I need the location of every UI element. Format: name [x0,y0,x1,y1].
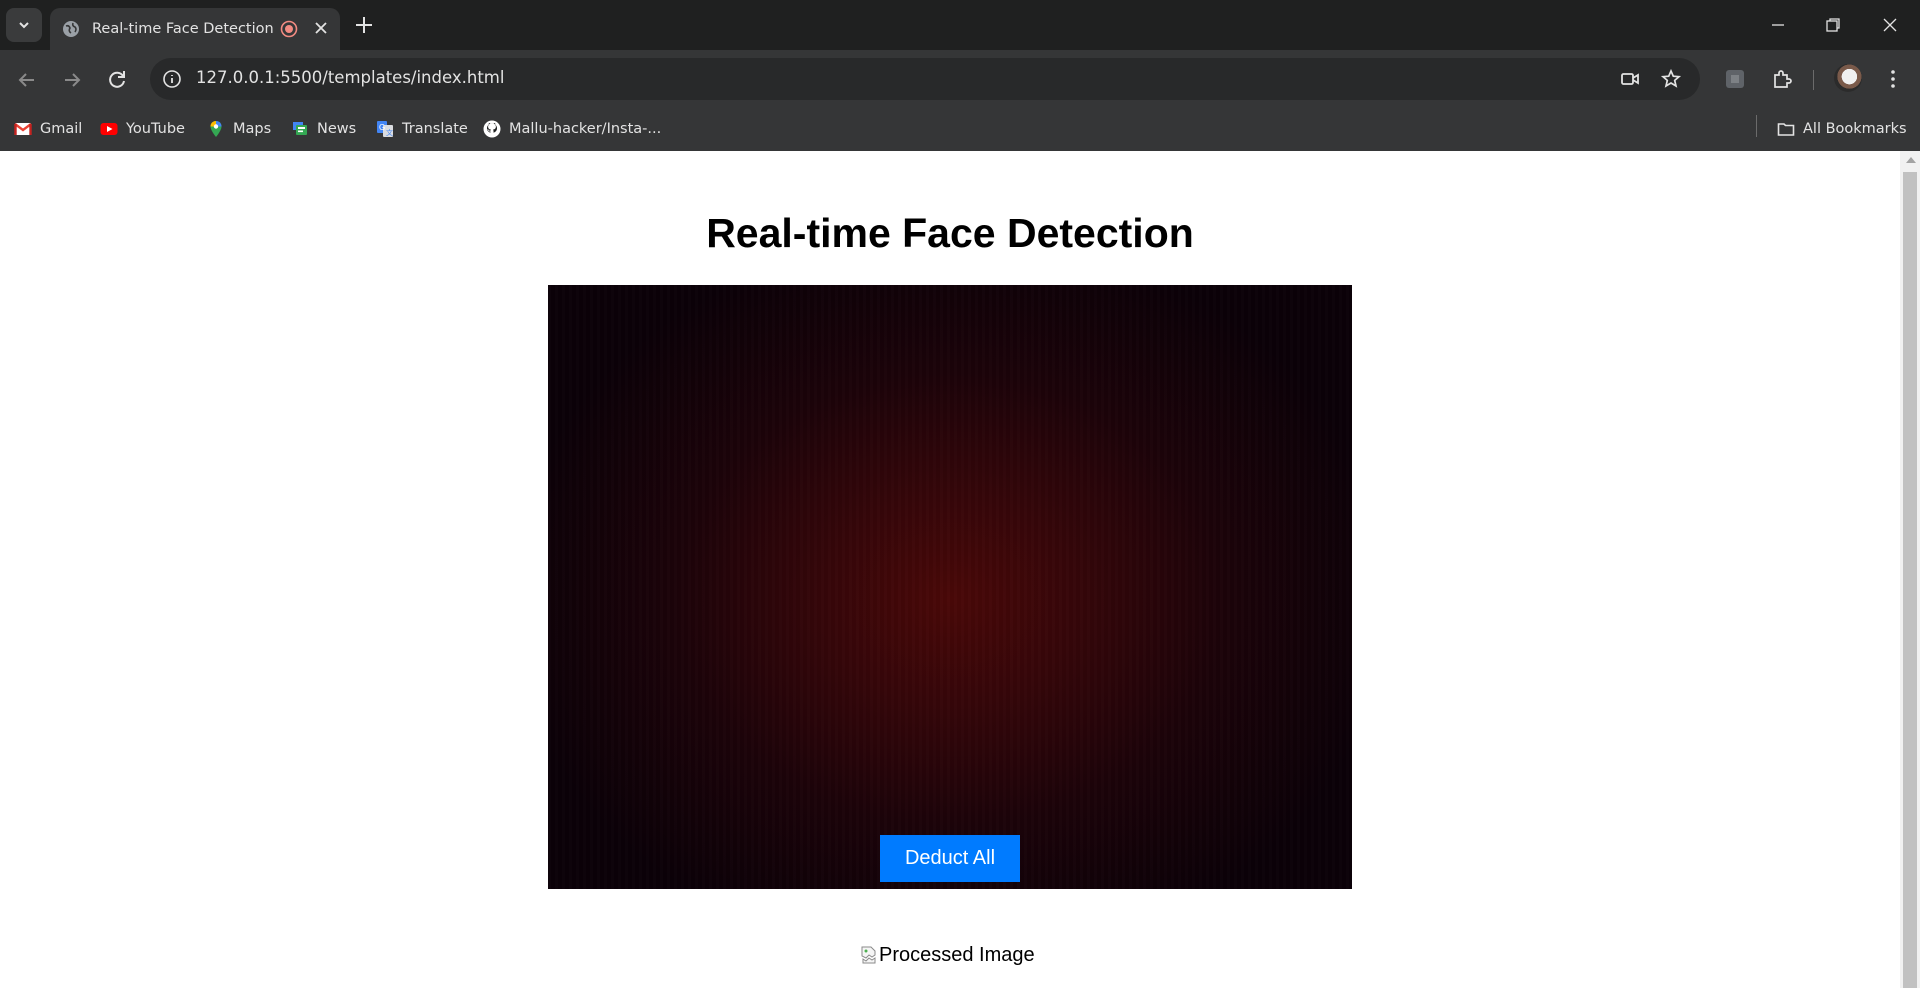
svg-text:文: 文 [386,128,393,137]
news-icon [293,122,307,135]
more-menu-icon[interactable] [1881,67,1905,91]
bookmark-label: News [317,121,357,137]
gmail-icon [14,123,32,135]
bookmark-label: Translate [402,121,468,137]
bookmarks-divider [1756,115,1757,137]
bookmark-star-icon[interactable] [1660,68,1682,90]
restore-icon[interactable] [1822,14,1844,36]
github-icon [483,120,501,138]
extensions-puzzle-icon[interactable] [1770,67,1794,91]
site-info-icon[interactable] [162,69,182,89]
reload-icon[interactable] [105,68,129,92]
bookmark-label: YouTube [126,121,185,137]
broken-image-icon [861,946,876,964]
page-title: Real-time Face Detection [706,210,1194,256]
globe-icon [63,21,79,37]
browser-toolbar: 127.0.0.1:5500/templates/index.html [0,50,1920,108]
scroll-up-arrow-icon[interactable] [1906,157,1916,163]
youtube-icon [100,123,118,135]
all-bookmarks-label: All Bookmarks [1803,121,1907,137]
svg-text:G: G [379,123,385,132]
bookmark-youtube[interactable]: YouTube [100,116,185,142]
tab-strip: Real-time Face Detection [0,0,1920,50]
scrollbar-thumb[interactable] [1903,172,1917,988]
forward-icon[interactable] [60,68,84,92]
bookmark-translate[interactable]: G文 Translate [376,116,468,142]
maps-icon [210,121,222,137]
new-tab-icon[interactable] [353,14,375,36]
bookmark-github[interactable]: Mallu-hacker/Insta-... [483,116,661,142]
folder-icon [1777,123,1795,136]
close-window-icon[interactable] [1879,14,1901,36]
bookmarks-bar: Gmail YouTube Maps News G文 Translate Mal… [0,108,1920,151]
back-icon[interactable] [15,68,39,92]
tab-search-button[interactable] [6,8,42,42]
close-tab-icon[interactable] [312,19,330,37]
address-bar[interactable]: 127.0.0.1:5500/templates/index.html [150,58,1700,100]
recording-indicator-icon [280,20,298,38]
camera-in-use-icon[interactable] [1619,68,1641,90]
deduct-all-button[interactable]: Deduct All [880,835,1020,882]
webcam-video-feed [548,285,1352,889]
profile-avatar[interactable] [1834,64,1862,92]
chevron-down-icon [19,22,29,29]
processed-image-alt-text: Processed Image [879,943,1035,966]
bookmark-label: Maps [233,121,272,137]
bookmark-label: Mallu-hacker/Insta-... [509,121,662,137]
tab-title: Real-time Face Detection [92,21,274,37]
bookmark-maps[interactable]: Maps [207,116,271,142]
bookmark-gmail[interactable]: Gmail [14,116,82,142]
bookmark-label: Gmail [40,121,83,137]
toolbar-divider [1813,70,1814,90]
processed-image: Processed Image [861,942,1035,968]
bookmark-news[interactable]: News [291,116,356,142]
tab-active[interactable]: Real-time Face Detection [50,8,340,50]
all-bookmarks-button[interactable]: All Bookmarks [1777,116,1907,142]
translate-icon: G文 [377,121,393,137]
minimize-icon[interactable] [1767,14,1789,36]
extension-app-icon[interactable] [1723,67,1747,91]
url-text: 127.0.0.1:5500/templates/index.html [196,68,505,87]
